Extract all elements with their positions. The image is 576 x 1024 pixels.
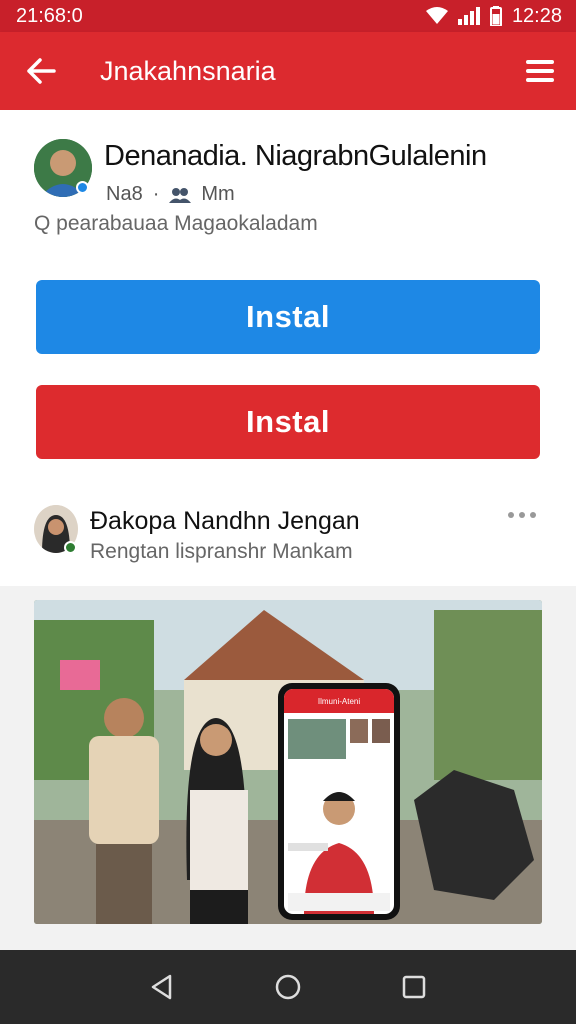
status-bar: 21:68:0 12:28 <box>0 0 576 32</box>
triangle-back-icon[interactable] <box>150 974 174 1000</box>
people-icon <box>169 187 192 203</box>
phone-screen: Ilmuni-Ateni <box>284 689 394 914</box>
second-post-subtitle: Rengtan lispranshr Mankam <box>90 540 353 563</box>
battery-icon <box>489 6 502 26</box>
post-subtitle: Q pearabauaa Magaokaladam <box>34 212 318 235</box>
post-author-name[interactable]: Denanadia. NiagrabnGulalenin <box>104 140 487 173</box>
circle-home-icon[interactable] <box>274 973 302 1001</box>
arrow-left-icon[interactable] <box>26 58 56 84</box>
second-post-author-name[interactable]: Đakopa Nandhn Jengan <box>90 507 360 536</box>
post-meta: Na8 · Mm <box>106 183 235 206</box>
online-badge-icon <box>64 541 77 554</box>
phone-screen-header: Ilmuni-Ateni <box>284 689 394 713</box>
wifi-icon <box>425 7 448 24</box>
system-nav-bar <box>0 950 576 1024</box>
square-recents-icon[interactable] <box>402 975 426 999</box>
separator-dot: · <box>152 183 160 205</box>
signal-icon <box>457 7 480 25</box>
install-button-primary[interactable]: Instal <box>36 280 540 354</box>
phone-mockup: Ilmuni-Ateni <box>278 683 400 920</box>
app-bar: Jnakahnsnaria <box>0 32 576 110</box>
status-time-left: 21:68:0 <box>16 4 83 27</box>
second-post-card <box>0 486 576 586</box>
post-meta-right: Mm <box>201 183 235 205</box>
menu-icon[interactable] <box>526 60 554 82</box>
more-options-icon[interactable] <box>508 512 536 518</box>
post-meta-left: Na8 <box>106 183 143 205</box>
verified-badge-icon <box>76 181 89 194</box>
install-button-secondary[interactable]: Instal <box>36 385 540 459</box>
app-bar-title: Jnakahnsnaria <box>100 55 276 86</box>
status-time-right: 12:28 <box>511 4 562 27</box>
phone-screen-content <box>288 719 390 914</box>
